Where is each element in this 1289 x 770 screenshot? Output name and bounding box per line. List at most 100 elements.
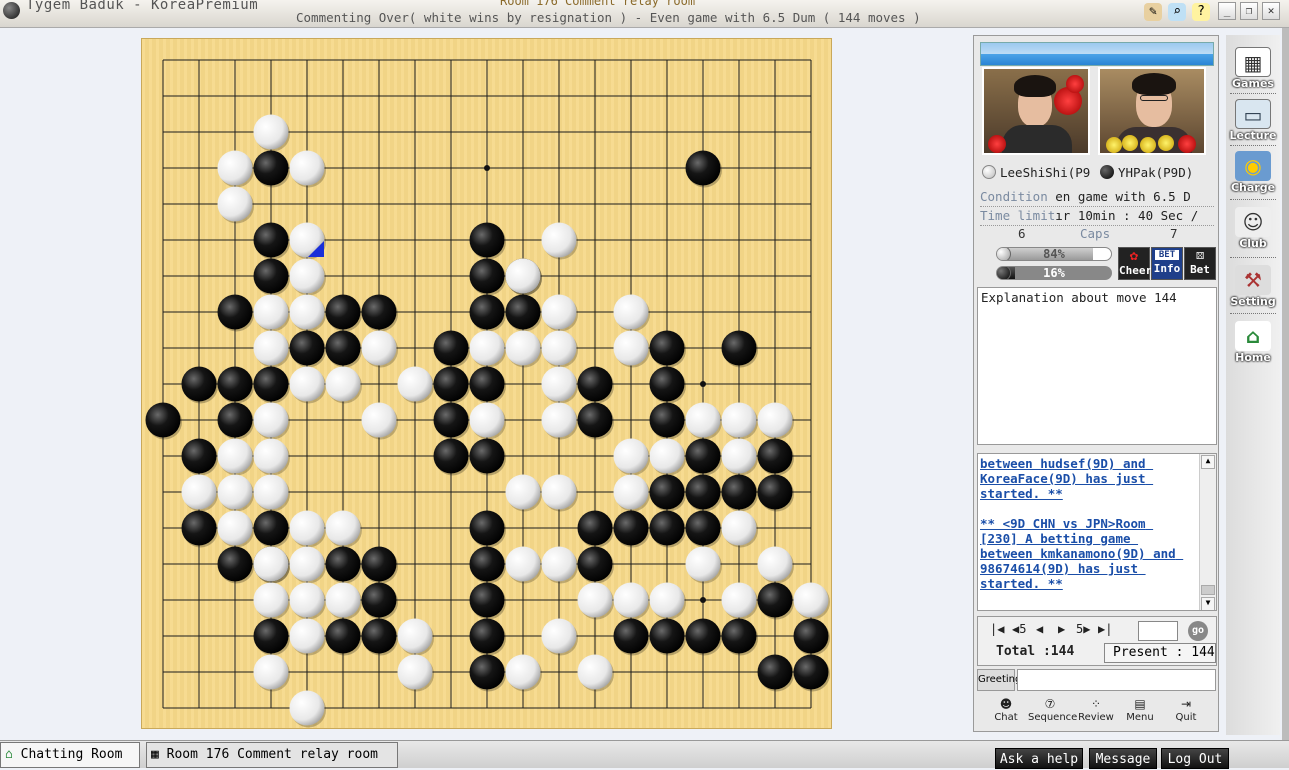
back-5-button[interactable]: ◀5 [1012, 622, 1026, 636]
notepad-icon[interactable]: ✎ [1144, 3, 1162, 21]
black-stone [325, 618, 361, 654]
black-stone [757, 582, 793, 618]
white-stone [289, 150, 325, 186]
white-stone [289, 258, 325, 294]
bet-badge-icon: BET [1155, 250, 1179, 260]
time-limit-value: ır 10min : 40 Sec / [1055, 208, 1199, 223]
white-stone [757, 546, 793, 582]
house-icon: ⌂ [1235, 321, 1271, 351]
scroll-thumb[interactable] [1201, 585, 1215, 595]
cheer-button[interactable]: ✿ Cheer [1118, 247, 1152, 280]
scroll-down-icon[interactable]: ▼ [1201, 597, 1215, 610]
condition-label: Condition [980, 189, 1048, 204]
greeting-input[interactable] [1017, 669, 1216, 691]
scroll-up-icon[interactable]: ▲ [1201, 455, 1215, 469]
sidebar-lecture-label: Lecture [1229, 129, 1277, 142]
help-bulb-icon[interactable]: ? [1192, 3, 1210, 21]
app-logo-icon [3, 2, 20, 19]
last-move-button[interactable]: ▶| [1098, 622, 1112, 636]
black-stone [685, 150, 721, 186]
menu-tool-button[interactable]: ▤ Menu [1118, 697, 1162, 723]
quit-tool-label: Quit [1175, 712, 1197, 723]
bet-button[interactable]: ⚄ Bet [1184, 247, 1216, 280]
go-board[interactable] [141, 38, 832, 729]
black-stone [469, 222, 505, 258]
coin-jar-icon: ◉ [1235, 151, 1271, 181]
black-stone [649, 618, 685, 654]
black-stone [361, 582, 397, 618]
first-move-button[interactable]: |◀ [990, 622, 1004, 636]
white-stone [613, 294, 649, 330]
black-stone [469, 654, 505, 690]
white-win-rate-bar: 84% [996, 247, 1112, 261]
search-icon[interactable]: ⌕ [1168, 3, 1186, 21]
white-stone [541, 366, 577, 402]
white-stone [757, 402, 793, 438]
white-stone-icon [982, 165, 996, 179]
move-number-input[interactable] [1138, 621, 1178, 641]
move-explanation-box[interactable]: Explanation about move 144 [977, 287, 1217, 445]
white-captures: 6 [1018, 226, 1026, 241]
black-stone [433, 366, 469, 402]
minimize-button[interactable]: _ [1218, 2, 1236, 20]
sidebar-games[interactable]: ▦ Games [1226, 47, 1280, 90]
black-stone [685, 510, 721, 546]
forward-1-button[interactable]: ▶ [1058, 622, 1065, 636]
sequence-tool-button[interactable]: ⑦ Sequence [1028, 697, 1077, 723]
back-1-button[interactable]: ◀ [1036, 622, 1043, 636]
white-stone [253, 438, 289, 474]
sidebar-divider [1230, 313, 1276, 314]
chat-log[interactable]: between hudsef(9D) and KoreaFace(9D) has… [977, 453, 1217, 611]
review-tool-label: Review [1078, 712, 1114, 723]
white-stone [541, 330, 577, 366]
white-stone [613, 474, 649, 510]
quit-tool-button[interactable]: ⇥ Quit [1164, 697, 1208, 723]
bet-info-button[interactable]: BET Info [1151, 247, 1183, 280]
chat-messages[interactable]: between hudsef(9D) and KoreaFace(9D) has… [980, 456, 1190, 591]
black-stone [469, 366, 505, 402]
chat-scrollbar[interactable]: ▲ ▼ [1199, 454, 1216, 610]
black-stone [469, 294, 505, 330]
time-limit-row: Time limitır 10min : 40 Sec / [980, 208, 1214, 226]
black-stone [253, 222, 289, 258]
forward-5-button[interactable]: 5▶ [1076, 622, 1090, 636]
white-stone [253, 654, 289, 690]
tab-chatting-room[interactable]: ⌂ Chatting Room [0, 742, 140, 768]
board-grid-icon: ▦ [1235, 47, 1271, 77]
message-button[interactable]: Message [1089, 748, 1157, 769]
white-stone [541, 222, 577, 258]
sidebar-lecture[interactable]: ▭ Lecture [1226, 99, 1280, 142]
sidebar-home-label: Home [1235, 351, 1271, 364]
restore-button[interactable]: ❐ [1240, 2, 1258, 20]
sidebar-setting[interactable]: ⚒ Setting [1226, 265, 1280, 308]
sidebar-club[interactable]: ☺ Club [1226, 207, 1280, 250]
logout-button[interactable]: Log Out [1161, 748, 1229, 769]
black-stone [217, 294, 253, 330]
black-stone [613, 618, 649, 654]
review-tool-button[interactable]: ⁘ Review [1074, 697, 1118, 723]
sidebar-home[interactable]: ⌂ Home [1226, 321, 1280, 364]
close-button[interactable]: ✕ [1262, 2, 1280, 20]
go-board-svg[interactable] [142, 39, 833, 730]
chat-tool-label: Chat [994, 712, 1018, 723]
chat-tool-button[interactable]: ☻ Chat [984, 697, 1028, 723]
black-stone [793, 618, 829, 654]
ask-help-button[interactable]: Ask a help [995, 748, 1083, 769]
go-button[interactable]: go [1188, 621, 1208, 641]
black-stone [613, 510, 649, 546]
room-title: Room 176 Comment relay room [500, 0, 696, 8]
white-stone [253, 330, 289, 366]
black-stone [577, 366, 613, 402]
sidebar-charge-label: Charge [1230, 181, 1276, 194]
black-stone [253, 258, 289, 294]
sidebar-divider [1230, 93, 1276, 94]
black-stone [469, 258, 505, 294]
tab-room-176[interactable]: ▦ Room 176 Comment relay room [146, 742, 398, 768]
white-stone [469, 402, 505, 438]
white-stone [541, 294, 577, 330]
chat-icon: ☻ [999, 697, 1013, 711]
black-stone [649, 402, 685, 438]
sidebar-charge[interactable]: ◉ Charge [1226, 151, 1280, 194]
white-stone [721, 402, 757, 438]
white-stone [541, 402, 577, 438]
